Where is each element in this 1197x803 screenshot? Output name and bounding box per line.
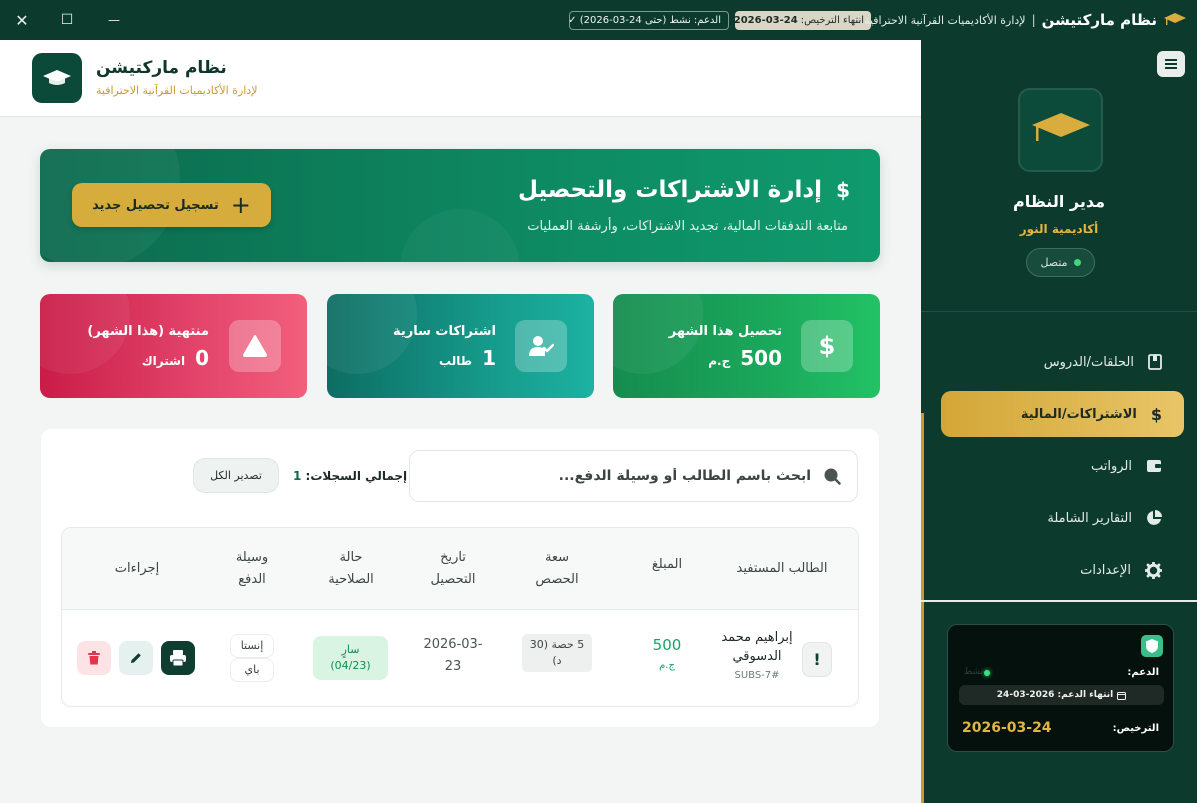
top-header: نظام ماركتيشن لإدارة الأكاديميات القرآني…	[0, 40, 921, 117]
minimize-window-button[interactable]: —	[104, 10, 124, 30]
page-title: $ إدارة الاشتراكات والتحصيل	[517, 177, 850, 203]
stat-value: 0	[195, 346, 209, 370]
calendar-icon	[1117, 691, 1127, 700]
dollar-icon: $	[836, 178, 850, 202]
license-info-card: الدعم: نشط انتهاء الدعم: 2026-03-24 التر…	[947, 624, 1174, 752]
minimize-icon: —	[108, 13, 120, 27]
student-cell: إبراهيم محمد الدسوقي SUBS-7#	[717, 628, 797, 681]
page-subtitle: متابعة التدفقات المالية، تجديد الاشتراكا…	[527, 219, 848, 234]
print-button[interactable]	[161, 641, 195, 675]
search-box[interactable]	[409, 450, 858, 502]
edit-button[interactable]	[119, 641, 153, 675]
stat-unit: ج.م	[708, 354, 731, 368]
stat-unit: اشتراك	[141, 354, 186, 368]
new-collection-button[interactable]: + تسجيل تحصيل جديد	[72, 183, 271, 227]
stat-label: منتهية (هذا الشهر)	[87, 324, 209, 339]
header-logo	[32, 53, 82, 103]
sidebar-divider	[921, 600, 1197, 602]
stat-card-active: اشتراكات سارية 1 طالب	[327, 294, 594, 398]
plus-icon: +	[230, 191, 251, 219]
online-dot-icon	[1073, 259, 1081, 266]
column-header-status: حالة الصلاحية	[328, 550, 374, 587]
collection-date-cell: 2026-03-23	[423, 637, 483, 674]
wallet-icon	[1147, 460, 1161, 472]
capacity-cell: 5 حصة (30 د)	[522, 634, 592, 672]
graduation-cap-icon	[1031, 113, 1090, 141]
column-header-amount: المبلغ	[651, 557, 683, 572]
column-header-student: الطالب المستفيد	[736, 561, 828, 576]
printer-icon	[170, 650, 186, 667]
sidebar-toggle-button[interactable]	[1157, 51, 1185, 77]
license-label: الترخيص:	[1112, 723, 1159, 734]
academy-name: أكاديمية النور	[1019, 222, 1099, 236]
hamburger-menu-icon	[1165, 59, 1177, 69]
dollar-icon: $	[1150, 404, 1162, 424]
status-dot-icon	[984, 670, 990, 676]
window-titlebar: ✕ ☐ — الدعم: نشط (حتى 24-03-2026) ✓ انته…	[0, 0, 1197, 40]
trash-icon	[88, 651, 100, 665]
stat-label: اشتراكات سارية	[392, 324, 496, 339]
maximize-window-button[interactable]: ☐	[57, 10, 77, 30]
subscription-id: SUBS-7#	[734, 670, 780, 681]
sidebar-scrollbar[interactable]	[921, 413, 924, 803]
records-panel: إجمالي السجلات: 1 تصدير الكل الطالب المس…	[41, 429, 879, 727]
close-window-button[interactable]: ✕	[12, 10, 32, 30]
column-header-date: تاريخ التحصيل	[430, 550, 476, 587]
header-title: نظام ماركتيشن	[96, 58, 227, 78]
column-header-capacity: سعة الحصص	[535, 550, 579, 587]
stat-label: تحصيل هذا الشهر	[668, 324, 782, 339]
stat-card-collected: $ تحصيل هذا الشهر 500 ج.م	[613, 294, 880, 398]
user-check-icon	[515, 320, 567, 372]
payment-method-cell: إنستا باي	[230, 634, 274, 682]
stat-value: 500	[740, 346, 782, 370]
graduation-cap-icon	[43, 70, 71, 85]
support-end-date: انتهاء الدعم: 2026-03-24	[959, 685, 1164, 705]
support-label: الدعم:	[1127, 667, 1159, 678]
stat-card-expired: منتهية (هذا الشهر) 0 اشتراك	[40, 294, 307, 398]
stat-unit: طالب	[439, 354, 473, 368]
license-expiry-badge: انتهاء الترخيص: 2026-03-24	[734, 11, 871, 30]
sidebar-item-salaries[interactable]: الرواتب	[941, 443, 1184, 489]
sidebar-item-subscriptions[interactable]: الاشتراكات/المالية $	[941, 391, 1184, 437]
support-status-badge: الدعم: نشط (حتى 24-03-2026) ✓	[568, 11, 729, 30]
export-all-button[interactable]: تصدير الكل	[193, 458, 279, 493]
sidebar-item-settings[interactable]: الإعدادات	[941, 547, 1184, 593]
search-icon	[824, 468, 841, 485]
student-name: إبراهيم محمد الدسوقي	[721, 630, 793, 664]
pencil-icon	[131, 653, 141, 663]
book-icon	[1148, 354, 1162, 370]
online-status-badge: متصل	[1026, 248, 1095, 277]
amount-cell: 500 ج.م	[652, 636, 682, 671]
graduation-cap-icon	[1164, 13, 1186, 25]
pie-chart-icon	[1147, 510, 1162, 525]
column-header-actions: إجراءات	[114, 561, 160, 576]
sidebar-item-reports[interactable]: التقارير الشاملة	[941, 495, 1184, 541]
maximize-icon: ☐	[60, 12, 74, 28]
alert-marker: !	[802, 642, 832, 677]
gear-icon	[1145, 561, 1162, 579]
table-row: ! إبراهيم محمد الدسوقي SUBS-7# 500 ج.م 5…	[62, 610, 858, 706]
delete-button[interactable]	[77, 641, 111, 675]
stat-value: 1	[482, 346, 496, 370]
license-value: 2026-03-24	[962, 720, 1052, 736]
column-header-method: وسيلة الدفع	[235, 550, 269, 587]
sidebar-divider	[921, 311, 1197, 312]
sidebar-item-lessons[interactable]: الحلقات/الدروس	[941, 339, 1184, 385]
table-header: الطالب المستفيد المبلغ سعة الحصص تاريخ ا…	[62, 528, 858, 610]
search-input[interactable]	[451, 468, 811, 484]
close-icon: ✕	[15, 10, 29, 30]
dollar-icon: $	[801, 320, 853, 372]
subscriptions-hero-banner: $ إدارة الاشتراكات والتحصيل متابعة التدف…	[40, 149, 880, 262]
total-records: إجمالي السجلات: 1	[293, 469, 408, 483]
titlebar-app-name: نظام ماركتيشن | لإدارة الأكاديميات القرآ…	[864, 8, 1187, 32]
status-badge: سارٍ (04/23)	[313, 636, 388, 680]
user-name: مدير النظام	[1012, 192, 1106, 211]
support-status-text: نشط	[964, 667, 984, 677]
sidebar: مدير النظام أكاديمية النور متصل الحلقات/…	[921, 40, 1197, 803]
subscriptions-table: الطالب المستفيد المبلغ سعة الحصص تاريخ ا…	[61, 527, 859, 707]
header-subtitle: لإدارة الأكاديميات القرآنية الاحترافية	[96, 84, 258, 97]
shield-icon	[1141, 635, 1163, 657]
academy-logo	[1018, 88, 1103, 172]
warning-triangle-icon	[229, 320, 281, 372]
